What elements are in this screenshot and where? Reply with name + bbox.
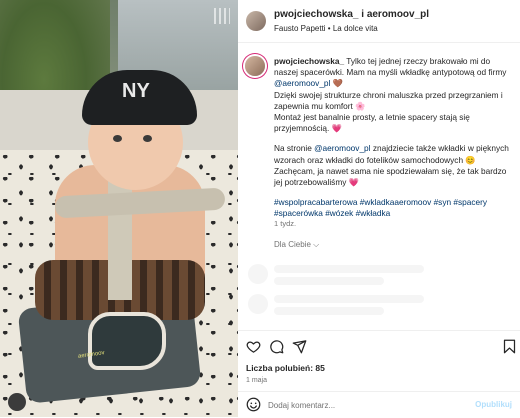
post-header: pwojciechowska_ i aeromoov_pl Fausto Pap…	[238, 0, 520, 43]
skeleton-line	[274, 295, 424, 303]
caption-gap	[274, 134, 514, 143]
baby-eye-right	[143, 135, 152, 142]
avatar[interactable]	[246, 11, 266, 31]
caption-time[interactable]: 1 tydz.	[274, 219, 296, 228]
cap-logo: NY	[122, 80, 150, 102]
caption-line-5: Zachęcam, ja nawet sama nie spodziewałam…	[274, 165, 507, 188]
skeleton-avatar	[248, 294, 268, 314]
bookmark-icon[interactable]	[502, 339, 517, 354]
post-date: 1 maja	[246, 377, 268, 384]
caption-avatar[interactable]	[245, 56, 265, 76]
caption-text: pwojciechowska_ Tylko tej jednej rzeczy …	[274, 56, 514, 220]
caption-line-2: Dzięki swojej strukturze chroni maluszka…	[274, 89, 503, 111]
caption-line-3: Montaż jest banalnie prosty, a letnie sp…	[274, 112, 470, 134]
comment-icon[interactable]	[269, 339, 284, 354]
publish-button[interactable]: Opublikuj	[475, 400, 512, 409]
mention-link-2[interactable]: @aeromoov_pl	[314, 143, 370, 153]
post-dialog: NY aeromoov pwojciechowska_ i aeromoov_p…	[0, 0, 520, 417]
skeleton-line	[274, 265, 424, 273]
hashtags[interactable]: #wspolpracabarterowa #wkladkaaeromoov #s…	[274, 197, 514, 219]
post-author[interactable]: pwojciechowska_ i aeromoov_pl	[274, 9, 504, 20]
for-you-toggle[interactable]: Dla Ciebie ⌵	[274, 240, 319, 250]
share-icon[interactable]	[292, 339, 307, 354]
caption-emoji-1: 🤎	[330, 78, 344, 89]
caption: pwojciechowska_ Tylko tej jednej rzeczy …	[238, 52, 520, 257]
post-photo[interactable]: NY aeromoov	[0, 0, 238, 417]
baby-shoe	[88, 312, 166, 370]
comments-loading	[238, 262, 520, 317]
caption-username[interactable]: pwojciechowska_	[274, 56, 344, 66]
skeleton-avatar	[248, 264, 268, 284]
watermark-icon	[8, 393, 26, 411]
comment-input[interactable]	[268, 397, 458, 413]
music-info[interactable]: Fausto Papetti • La dolce vita	[274, 24, 378, 33]
comment-bar: Opublikuj	[238, 391, 520, 418]
grid-icon	[214, 8, 230, 24]
caption-line-4a: Na stronie	[274, 143, 315, 154]
mention-link-1[interactable]: @aeromoov_pl	[274, 78, 330, 88]
baby-eye-left	[113, 135, 122, 142]
heart-icon[interactable]	[246, 339, 261, 354]
skeleton-line	[274, 277, 384, 285]
skeleton-line	[274, 307, 384, 315]
caption-gap	[274, 188, 514, 197]
action-bar	[238, 330, 520, 361]
like-count[interactable]: Liczba polubień: 85	[246, 363, 325, 373]
post-details-panel: pwojciechowska_ i aeromoov_pl Fausto Pap…	[238, 0, 520, 417]
emoji-icon[interactable]	[246, 397, 261, 412]
